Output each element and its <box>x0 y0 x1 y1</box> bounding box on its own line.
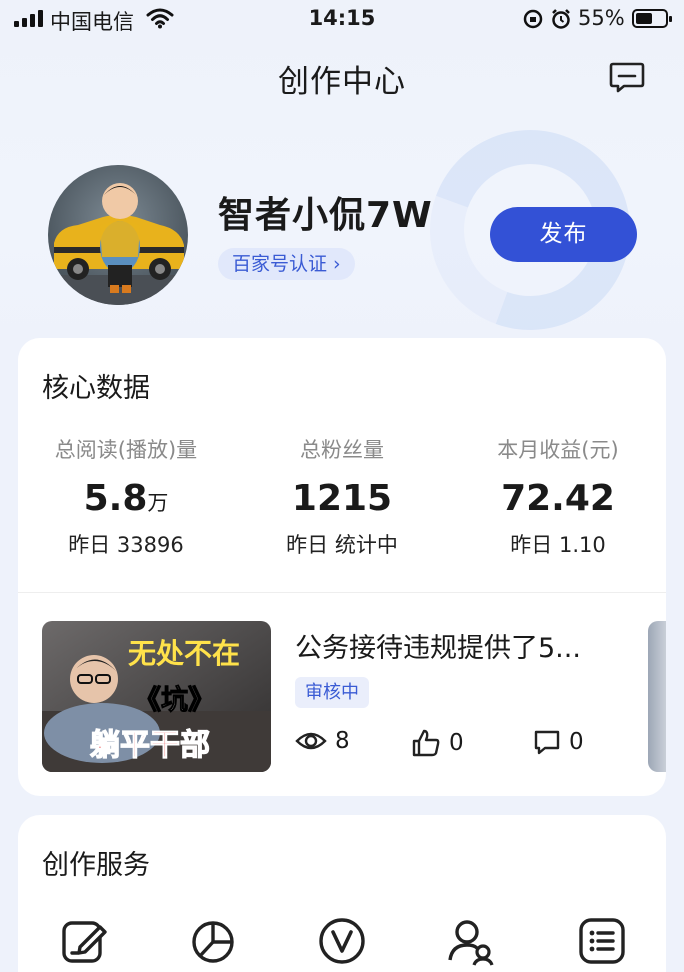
stat-label: 总粉丝量 <box>300 438 384 462</box>
comment-icon <box>534 730 560 755</box>
chat-bubble-icon[interactable] <box>608 58 646 96</box>
core-data-card: 核心数据 总阅读(播放)量 5.8万 昨日 33896 总粉丝量 1215 昨日… <box>18 338 666 796</box>
comments-count: 0 <box>569 729 584 755</box>
stat-yesterday: 昨日 统计中 <box>286 533 398 557</box>
stat-number: 5.8 <box>83 478 148 519</box>
stat-value: 5.8万 <box>18 478 234 519</box>
article-thumbnail[interactable]: 无处不在 《坑》 躺平干部 <box>42 621 271 772</box>
battery-percent: 55% <box>578 6 625 30</box>
username: 智者小侃7W <box>218 195 433 236</box>
eye-icon <box>295 732 327 750</box>
stat-yesterday: 昨日 1.10 <box>510 533 606 557</box>
alarm-icon <box>552 9 570 29</box>
stat-value: 72.42 <box>501 478 615 519</box>
stat-label: 本月收益(元) <box>497 438 619 462</box>
list-icon[interactable] <box>576 915 628 967</box>
rotation-lock-icon <box>523 9 543 29</box>
core-data-title: 核心数据 <box>42 373 150 404</box>
publish-button[interactable]: 发布 <box>490 207 637 262</box>
status-badge: 审核中 <box>295 677 369 708</box>
services-title: 创作服务 <box>42 850 150 881</box>
status-bar: 中国电信 14:15 55% <box>0 0 684 40</box>
thumbs-up-icon <box>412 729 440 757</box>
comments-metric[interactable]: 0 <box>533 728 584 756</box>
user-group-icon[interactable] <box>446 915 498 967</box>
battery-icon <box>632 9 672 28</box>
thumb-caption-bottom: 躺平干部 <box>90 728 210 763</box>
thumb-caption-top: 无处不在 <box>128 637 240 670</box>
v-badge-icon[interactable] <box>316 915 368 967</box>
stat-total-reads[interactable]: 总阅读(播放)量 5.8万 昨日 33896 <box>18 434 234 559</box>
likes-metric[interactable]: 0 <box>411 728 464 758</box>
services-card: 创作服务 <box>18 815 666 972</box>
edit-icon[interactable] <box>58 915 110 967</box>
stat-yesterday: 昨日 33896 <box>68 533 184 557</box>
page-title: 创作中心 <box>278 64 406 100</box>
stat-label: 总阅读(播放)量 <box>54 438 198 462</box>
pie-chart-icon[interactable] <box>187 915 239 967</box>
next-article-preview[interactable] <box>648 621 666 772</box>
verification-badge[interactable]: 百家号认证 › <box>218 248 355 280</box>
views-count: 8 <box>335 728 350 754</box>
stat-value: 1215 <box>291 478 393 519</box>
article-title[interactable]: 公务接待违规提供了5... <box>295 626 610 665</box>
stat-monthly-income[interactable]: 本月收益(元) 72.42 昨日 1.10 <box>450 434 666 559</box>
avatar[interactable] <box>48 165 188 305</box>
views-metric: 8 <box>295 728 350 754</box>
stat-total-fans[interactable]: 总粉丝量 1215 昨日 统计中 <box>234 434 450 559</box>
thumb-caption-middle: 《坑》 <box>134 684 215 716</box>
divider <box>18 592 666 593</box>
stat-unit: 万 <box>147 491 169 515</box>
likes-count: 0 <box>449 730 464 756</box>
